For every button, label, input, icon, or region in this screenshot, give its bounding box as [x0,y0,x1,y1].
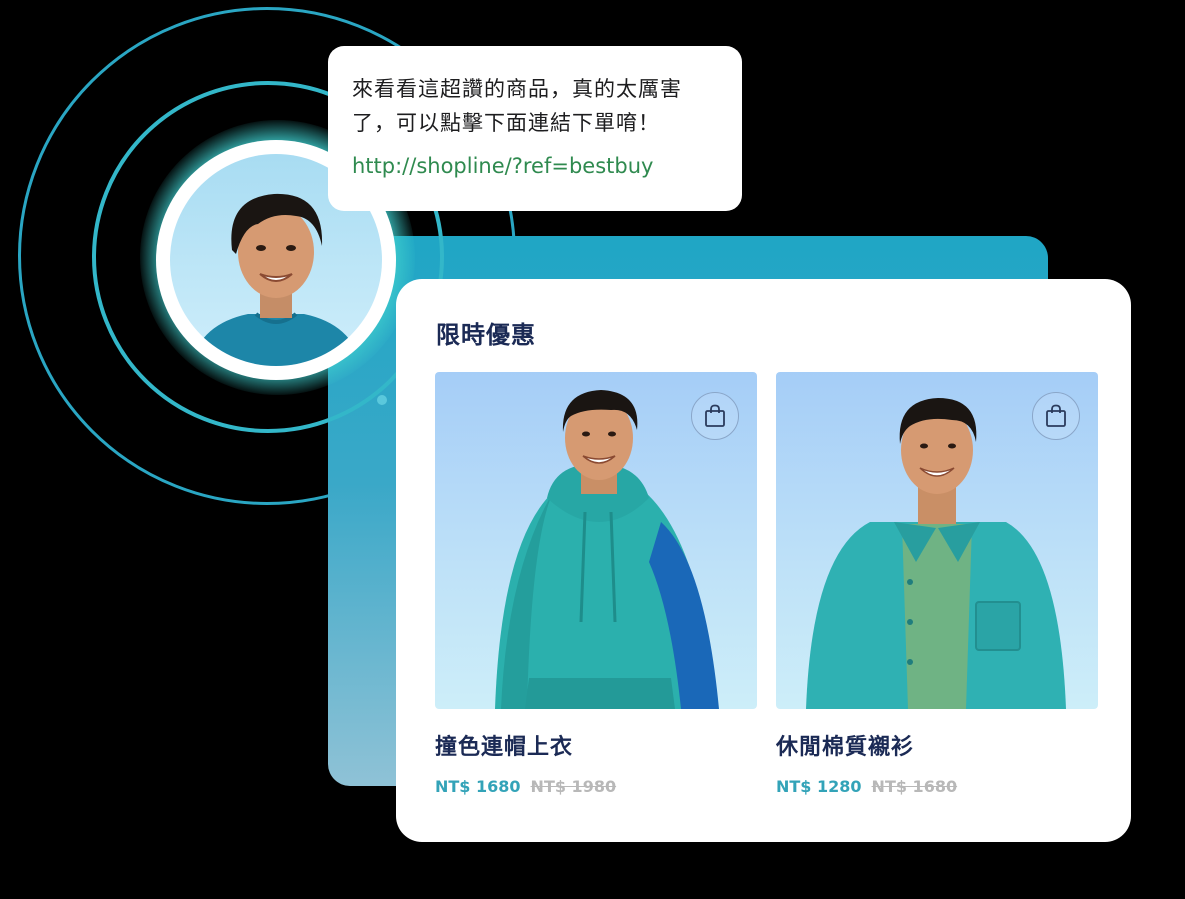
referral-link[interactable]: http://shopline/?ref=bestbuy [352,154,718,178]
price-row: NT$ 1280 NT$ 1680 [776,777,1098,796]
product-card[interactable]: 撞色連帽上衣 NT$ 1680 NT$ 1980 [435,372,757,796]
sale-price: NT$ 1680 [435,777,521,796]
card-title: 限時優惠 [436,321,536,349]
product-image[interactable] [435,372,757,709]
chat-message: 來看看這超讚的商品，真的太厲害了，可以點擊下面連結下單唷！ [352,77,682,135]
shopping-bag-icon [1046,404,1066,427]
add-to-cart-button[interactable] [691,392,739,440]
product-name[interactable]: 休閒棉質襯衫 [776,729,1098,761]
sale-price: NT$ 1280 [776,777,862,796]
limited-offer-card: 限時優惠 撞色連帽上衣 NT$ 1680 NT$ 1980 休閒棉質襯衫 NT$… [396,279,1131,842]
product-card[interactable]: 休閒棉質襯衫 NT$ 1280 NT$ 1680 [776,372,1098,796]
add-to-cart-button[interactable] [1032,392,1080,440]
product-name[interactable]: 撞色連帽上衣 [435,729,757,761]
product-image[interactable] [776,372,1098,709]
original-price: NT$ 1680 [871,777,958,796]
shopping-bag-icon [705,404,725,427]
original-price: NT$ 1980 [530,777,617,796]
chat-bubble: 來看看這超讚的商品，真的太厲害了，可以點擊下面連結下單唷！ http://sho… [328,46,742,211]
decorative-dot [377,395,387,405]
price-row: NT$ 1680 NT$ 1980 [435,777,757,796]
